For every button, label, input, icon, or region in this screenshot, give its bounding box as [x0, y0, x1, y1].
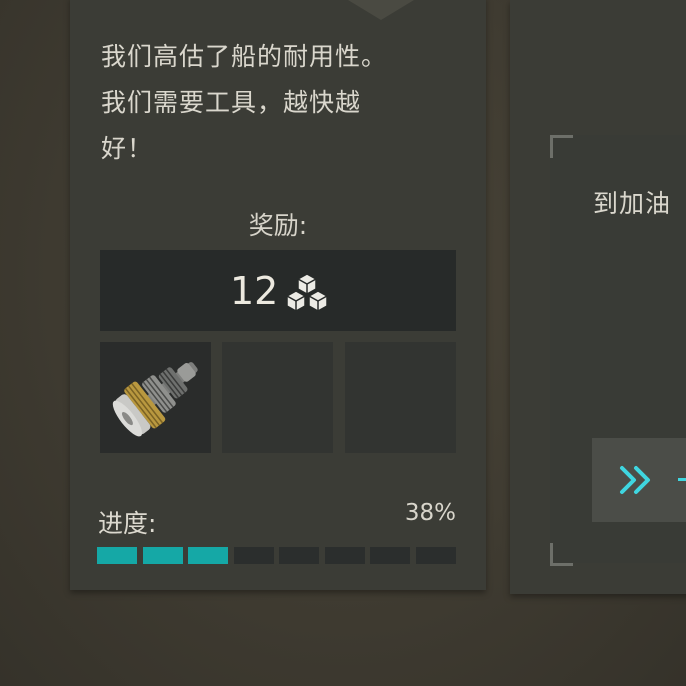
reward-amount: 12 — [230, 269, 279, 313]
progress-bar — [97, 547, 456, 564]
corner-bracket-top — [550, 135, 573, 158]
double-chevron-right-icon — [620, 466, 650, 494]
progress-segment — [370, 547, 410, 564]
progress-segment — [279, 547, 319, 564]
item-slot-2[interactable] — [222, 342, 333, 453]
progress-segment — [188, 547, 228, 564]
item-slot-1[interactable] — [100, 342, 211, 453]
gear-shaft-icon — [112, 362, 198, 437]
corner-bracket-bottom — [550, 543, 573, 566]
progress-segment — [233, 547, 274, 564]
progress-label: 进度: — [98, 509, 157, 538]
quest-description: 我们高估了船的耐用性。 我们需要工具，越快越 好！ — [101, 42, 388, 163]
card-notch — [348, 0, 414, 20]
supply-cubes-icon — [286, 273, 328, 312]
reward-label: 奖励: — [248, 211, 308, 240]
go-indicator — [678, 478, 686, 481]
progress-segment — [142, 547, 183, 564]
progress-segment — [97, 547, 137, 564]
progress-percent: 38% — [404, 500, 456, 526]
item-slot-3[interactable] — [345, 342, 456, 453]
progress-segment — [324, 547, 365, 564]
progress-segment — [415, 547, 456, 564]
side-quest-title: 到加油 — [593, 189, 672, 218]
